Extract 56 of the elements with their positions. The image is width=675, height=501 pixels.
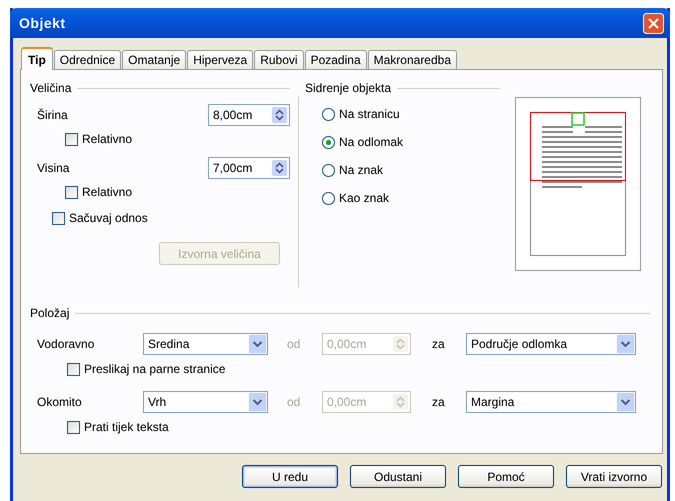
radio-label: Na odlomak	[339, 135, 404, 149]
group-title: Sidrenje objekta	[305, 81, 392, 95]
checkbox[interactable]	[65, 186, 78, 198]
field-label: za	[432, 395, 446, 409]
tab[interactable]: Pozadina	[304, 50, 367, 69]
tab[interactable]: Makronaredba	[368, 50, 458, 69]
checkbox[interactable]	[67, 362, 80, 376]
dropdown[interactable]: Sredina	[143, 333, 268, 355]
checkbox-label: Prati tijek teksta	[84, 420, 169, 434]
dialog-button[interactable]: Vrati izvorno	[566, 465, 662, 488]
checkbox-label: Sačuvaj odnos	[69, 211, 148, 225]
window-title: Objekt	[19, 15, 66, 31]
checkbox-label: Preslikaj na parne stranice	[84, 362, 226, 376]
spin-field[interactable]: 8,00cm	[208, 104, 290, 126]
dropdown[interactable]: Vrh	[143, 391, 268, 413]
chevron-down-icon	[249, 335, 266, 353]
field-label: Vodoravno	[37, 337, 96, 351]
field-label: Visina	[37, 161, 70, 175]
radio-label: Kao znak	[339, 191, 390, 205]
spin-arrows-icon	[393, 336, 408, 352]
checkbox-label: Relativno	[82, 185, 132, 199]
tab[interactable]: Omatanje	[122, 50, 186, 69]
radio-button[interactable]	[322, 136, 335, 148]
radio-button[interactable]	[322, 164, 335, 176]
radio-label: Na stranicu	[339, 107, 400, 121]
radio-button[interactable]	[322, 108, 335, 120]
field-label: za	[432, 337, 446, 351]
tab[interactable]: Odrednice	[54, 50, 122, 69]
dialog-button[interactable]: Pomoć	[458, 465, 554, 488]
dropdown[interactable]: Margina	[466, 391, 636, 413]
radio-label: Na znak	[339, 163, 384, 177]
tab[interactable]: Rubovi	[254, 50, 304, 69]
close-icon[interactable]	[643, 12, 664, 34]
tab[interactable]: Hiperveza	[187, 50, 254, 69]
chevron-down-icon	[249, 393, 266, 411]
group-title: Položaj	[30, 306, 70, 320]
group-title: Veličina	[30, 81, 72, 95]
dialog-button[interactable]: Odustani	[350, 465, 446, 488]
spin-arrows-icon	[272, 160, 287, 176]
dialog-button[interactable]: U redu	[242, 465, 338, 488]
spin-field[interactable]: 7,00cm	[208, 157, 290, 179]
checkbox-label: Relativno	[82, 132, 132, 146]
dropdown[interactable]: Područje odlomka	[466, 333, 636, 355]
radio-button[interactable]	[322, 192, 335, 204]
spin-arrows-icon	[393, 394, 408, 410]
field-label: Okomito	[37, 395, 83, 409]
chevron-down-icon	[617, 335, 634, 353]
spin-arrows-icon	[272, 107, 287, 123]
checkbox[interactable]	[52, 212, 65, 224]
field-label: Širina	[37, 108, 68, 122]
tab[interactable]: Tip	[21, 47, 53, 70]
checkbox[interactable]	[67, 420, 80, 434]
checkbox[interactable]	[65, 132, 78, 146]
field-label: od	[287, 395, 302, 409]
chevron-down-icon	[617, 393, 634, 411]
field-label: od	[287, 337, 302, 351]
